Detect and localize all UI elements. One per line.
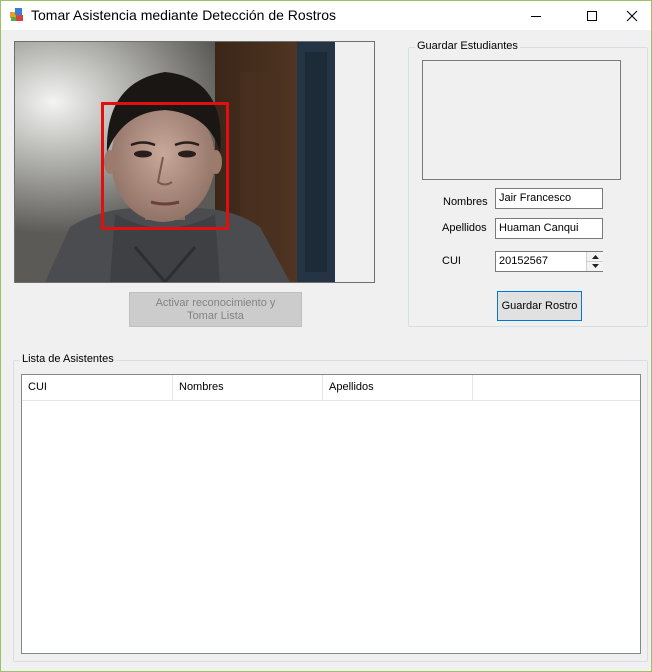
- nombres-label: Nombres: [443, 196, 488, 208]
- minimize-button[interactable]: [513, 1, 559, 30]
- cui-label: CUI: [442, 255, 461, 267]
- close-button[interactable]: [609, 1, 652, 30]
- main-window: Tomar Asistencia mediante Detección de R…: [0, 0, 652, 672]
- activate-recognition-button[interactable]: Activar reconocimiento y Tomar Lista: [129, 292, 302, 327]
- close-icon: [626, 10, 638, 21]
- cui-stepper[interactable]: [586, 252, 603, 271]
- camera-padding: [335, 41, 375, 283]
- nombres-input[interactable]: Jair Francesco: [495, 188, 603, 209]
- save-students-title: Guardar Estudiantes: [415, 40, 520, 52]
- camera-preview: [14, 41, 336, 283]
- window-title: Tomar Asistencia mediante Detección de R…: [31, 7, 337, 23]
- save-face-button[interactable]: Guardar Rostro: [497, 291, 582, 321]
- chevron-up-icon: [591, 254, 599, 259]
- column-header-nombres[interactable]: Nombres: [173, 375, 323, 400]
- column-header-apellidos[interactable]: Apellidos: [323, 375, 473, 400]
- face-capture-preview: [422, 60, 621, 180]
- stepper-down-button[interactable]: [587, 261, 603, 270]
- app-icon: [10, 8, 23, 21]
- title-bar[interactable]: Tomar Asistencia mediante Detección de R…: [1, 1, 651, 30]
- apellidos-label: Apellidos: [442, 222, 487, 234]
- minimize-icon: [531, 15, 541, 17]
- apellidos-input[interactable]: Huaman Canqui: [495, 218, 603, 239]
- column-header-cui[interactable]: CUI: [22, 375, 173, 400]
- attendees-list[interactable]: CUI Nombres Apellidos: [21, 374, 641, 654]
- attendees-list-header: CUI Nombres Apellidos: [22, 375, 640, 401]
- chevron-down-icon: [591, 263, 599, 268]
- attendees-title: Lista de Asistentes: [20, 353, 116, 365]
- maximize-icon: [587, 10, 597, 21]
- face-detection-box: [101, 102, 229, 230]
